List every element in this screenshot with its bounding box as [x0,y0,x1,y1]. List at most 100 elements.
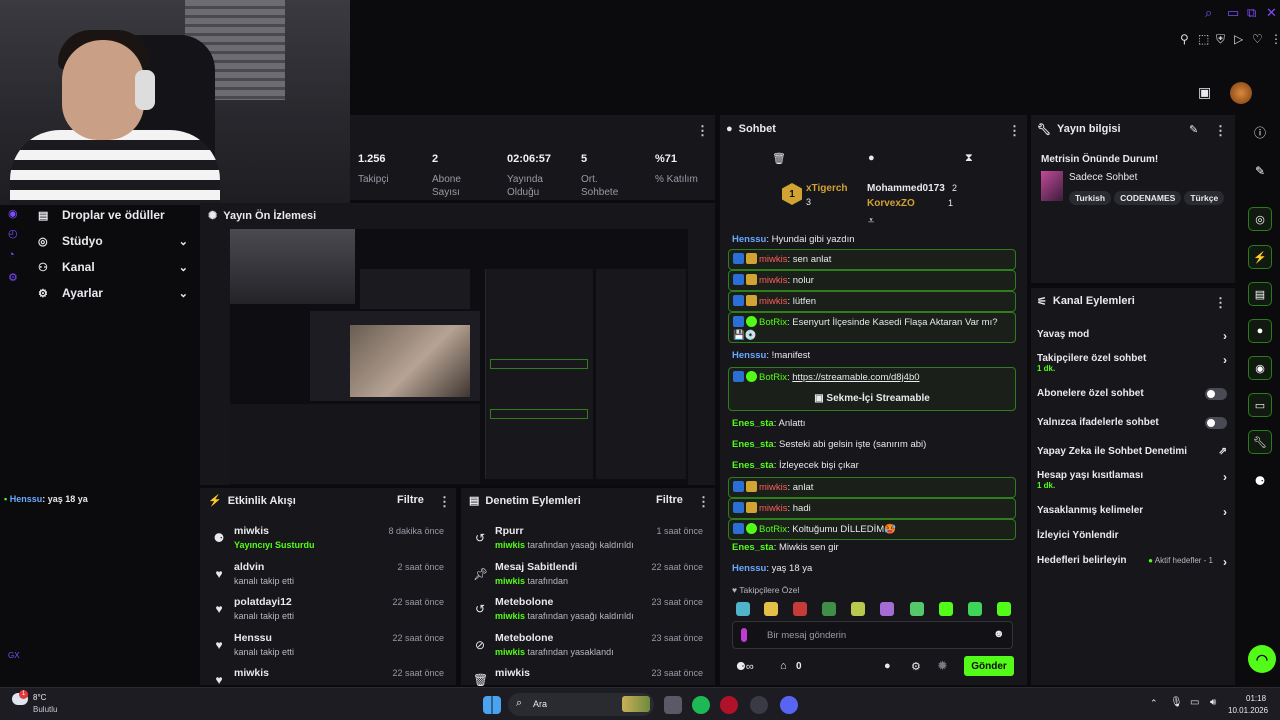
toggle[interactable] [1205,417,1227,429]
gear-icon[interactable]: ⚙ [911,660,921,673]
emote[interactable] [851,602,865,616]
edit-icon[interactable]: ✎ [1248,159,1272,183]
shield-icon[interactable]: ⛨ [1216,32,1225,47]
action-goals[interactable]: Hedefleri belirleyin ● Aktif hedefler - … [1037,555,1227,569]
lightning-icon[interactable]: ⚡ [1248,245,1272,269]
clock-time[interactable]: 01:18 [1246,694,1266,703]
category-name[interactable]: Sadece Sohbet [1069,172,1137,183]
volume-icon[interactable]: 🔊︎ [1210,697,1216,708]
support-button[interactable]: ◠ [1248,645,1276,673]
more-vert-icon[interactable]: ⋮ [696,123,709,139]
rail-settings-icon[interactable]: ⚙ [8,271,18,284]
discord-icon[interactable] [780,696,798,714]
chat-icon[interactable]: ● [1248,319,1272,343]
moderation-row[interactable]: ↺ Rpurr miwkis tarafından yasağı kaldırı… [469,525,707,557]
heart-icon[interactable]: ♡ [1252,32,1263,46]
action-subscribers-only[interactable]: Abonelere özel sohbet [1037,388,1227,400]
activity-filter-button[interactable]: Filtre [397,494,424,506]
mic-icon[interactable]: 🎙︎ [1170,697,1183,708]
emote[interactable] [997,602,1011,616]
studio-icon[interactable]: ◎ [1248,207,1272,231]
activity-row[interactable]: ♥ Henssu kanalı takip etti 22 saat önce [208,632,448,664]
nav-studio[interactable]: ◎ Stüdyo ⌄ [38,231,188,251]
action-ai-moderation[interactable]: Yapay Zeka ile Sohbet Denetimi ⇗ [1037,446,1227,457]
preview-video[interactable] [230,229,688,485]
more-vert-icon[interactable]: ⋮ [438,494,451,510]
chat-bubble-icon[interactable]: ● [868,152,875,164]
pin-icon[interactable]: ⚲ [1180,32,1189,46]
streamable-link[interactable]: https://streamable.com/d8j4b0 [792,372,919,383]
top-user-1[interactable]: xTigerch [806,183,848,194]
spotify-icon[interactable] [692,696,710,714]
streamable-button[interactable]: ▣ Sekme-İçi Streamable [733,392,1011,405]
expand-icon[interactable]: ⩡ [868,215,874,228]
action-emote-only[interactable]: Yalnızca ifadelerle sohbet [1037,417,1227,429]
nav-drops[interactable]: ▤ Droplar ve ödüller [38,205,188,225]
community-icon[interactable]: ⚈∞ [736,660,754,673]
opera-gx-icon[interactable] [720,696,738,714]
start-button[interactable] [483,696,501,714]
action-account-age[interactable]: Hesap yaşı kısıtlaması 1 dk. › [1037,470,1227,490]
more-vert-icon[interactable]: ⋮ [1008,123,1021,139]
moderation-filter-button[interactable]: Filtre [656,494,683,506]
emote[interactable] [736,602,750,616]
gift-icon[interactable]: ⌂ [780,660,787,672]
maximize-icon[interactable]: ⧉ [1247,5,1256,21]
top-user-2[interactable]: Mohammed0173 [867,183,945,194]
studio-icon[interactable]: ▣ [1198,84,1211,101]
community-icon[interactable]: ⚈ [1248,469,1272,493]
wrench-icon[interactable]: 🔧︎ [1248,430,1272,454]
more-vert-icon[interactable]: ⋮ [1214,123,1227,139]
broadcast-icon[interactable]: ◉ [1248,356,1272,380]
search-icon[interactable]: ⌕ [1205,5,1212,21]
category-thumbnail[interactable] [1041,171,1063,201]
display-icon[interactable]: ▭ [1190,697,1199,708]
activity-row[interactable]: ♥ aldvin kanalı takip etti 2 saat önce [208,561,448,593]
emote[interactable] [793,602,807,616]
restore-icon[interactable]: ▭ [1227,5,1239,21]
tag[interactable]: Turkish [1069,191,1112,205]
top-user-3[interactable]: KorvexZO [867,198,915,209]
document-icon[interactable]: ▤ [1248,282,1272,306]
crop-icon[interactable]: ⬚ [1198,32,1209,46]
play-icon[interactable]: ▷ [1234,32,1243,46]
send-button[interactable]: Gönder [964,656,1014,676]
rail-chat-icon[interactable]: ◔ [8,249,15,261]
badge-icon[interactable]: ✹ [937,658,948,674]
activity-row[interactable]: ⚈ miwkis Yayıncıyı Susturdu 8 dakika önc… [208,525,448,557]
moderation-row[interactable]: 📌︎ Mesaj Sabitlendi miwkis tarafından 22… [469,561,707,593]
chat-input[interactable]: Bir mesaj gönderin ☻ [732,621,1013,649]
info-icon[interactable]: ⓘ [1248,120,1272,144]
hourglass-icon[interactable]: ⧗ [965,152,973,165]
slides-icon[interactable]: ▭ [1248,393,1272,417]
emote[interactable] [939,602,953,616]
emote[interactable] [764,602,778,616]
moderation-row[interactable]: ↺ Metebolone miwkis tarafından yasağı ka… [469,596,707,628]
trash-icon[interactable]: 🗑︎ [772,152,786,165]
task-view-icon[interactable] [664,696,682,714]
more-vert-icon[interactable]: ⋮ [697,494,710,510]
tag[interactable]: Türkçe [1184,191,1225,205]
nav-settings[interactable]: ⚙ Ayarlar ⌄ [38,283,188,303]
emote[interactable] [880,602,894,616]
more-vert-icon[interactable]: ⋮ [1270,32,1280,46]
action-slow-mode[interactable]: Yavaş mod › [1037,329,1227,343]
action-followers-only[interactable]: Takipçilere özel sohbet 1 dk. › [1037,353,1227,373]
toggle[interactable] [1205,388,1227,400]
nav-channel[interactable]: ⚇ Kanal ⌄ [38,257,188,277]
emoji-icon[interactable]: ☻ [993,628,1005,640]
close-icon[interactable]: ✕ [1266,5,1277,21]
tag[interactable]: CODENAMES [1114,191,1182,205]
clock-date[interactable]: 10.01.2026 [1228,706,1268,715]
activity-row[interactable]: ♥ polatdayi12 kanalı takip etti 22 saat … [208,596,448,628]
edit-icon[interactable]: ✎ [1189,123,1198,136]
rail-dot-icon[interactable]: ◉ [8,207,18,220]
action-raid[interactable]: İzleyici Yönlendir [1037,530,1227,541]
moderation-row[interactable]: ⊘ Metebolone miwkis tarafından yasakland… [469,632,707,664]
app-icon[interactable] [750,696,768,714]
chat-bubble-icon[interactable]: ● [884,660,891,672]
more-vert-icon[interactable]: ⋮ [1214,295,1227,311]
emote[interactable] [968,602,982,616]
action-banned-words[interactable]: Yasaklanmış kelimeler › [1037,505,1227,519]
emote[interactable] [822,602,836,616]
